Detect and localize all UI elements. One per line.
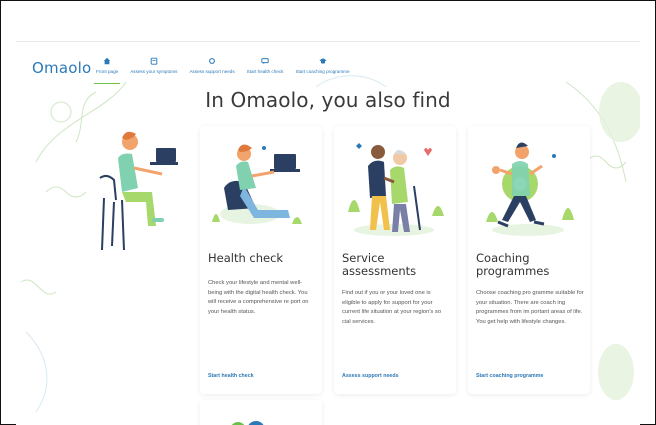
clipboard-icon [150, 57, 158, 65]
home-icon [103, 57, 111, 65]
card-description: Choose coaching pro gramme suitable for … [476, 290, 584, 325]
assess-support-needs-link[interactable]: Assess support needs [342, 373, 399, 379]
page-title: In Omaolo, you also find [205, 88, 451, 112]
nav-label: Front page [96, 69, 119, 74]
nav-label: Assess support needs [189, 69, 235, 74]
card-title: Service assessments [342, 251, 417, 278]
card-description: Find out if you or your loved one is eli… [342, 290, 442, 325]
nav-label: Start coaching programme [295, 69, 350, 74]
card-service-assessments: Service assessments Find out if you or y… [334, 126, 456, 394]
chat-icon [261, 58, 269, 65]
support-icon [209, 58, 215, 64]
start-coaching-programme-link[interactable]: Start coaching programme [476, 373, 543, 379]
nav-assess-symptoms[interactable]: Assess your symptoms [124, 54, 183, 88]
service-assessments-illustration [348, 143, 444, 236]
nav-assess-support[interactable]: Assess support needs [183, 54, 240, 88]
nav-health-check[interactable]: Start health check [241, 54, 290, 88]
partial-illustration [231, 421, 264, 425]
coaching-programmes-illustration [486, 142, 574, 236]
next-card-partial [200, 400, 322, 425]
nav-front-page[interactable]: Front page [90, 54, 124, 88]
card-health-check: Health check Check your lifestyle and me… [200, 126, 322, 394]
omaolo-logo[interactable]: Omaolo [32, 59, 91, 77]
main-navigation: Front page Assess your symptoms Assess s… [90, 54, 356, 88]
card-coaching-programmes: Coaching programmes Choose coaching pro … [468, 126, 590, 394]
card-description: Check your lifestyle and mental well-bei… [208, 280, 309, 315]
card-title: Health check [208, 251, 284, 265]
person-with-laptop-illustration [99, 131, 178, 251]
nav-label: Start health check [246, 69, 284, 74]
card-title: Coaching programmes [476, 251, 550, 278]
top-header: Omaolo Front page Assess your symptoms A… [16, 54, 640, 88]
health-check-illustration [212, 144, 302, 224]
nav-coaching[interactable]: Start coaching programme [289, 54, 355, 88]
nav-label: Assess your symptoms [130, 69, 178, 74]
start-health-check-link[interactable]: Start health check [208, 373, 254, 379]
graduation-icon [318, 58, 327, 64]
